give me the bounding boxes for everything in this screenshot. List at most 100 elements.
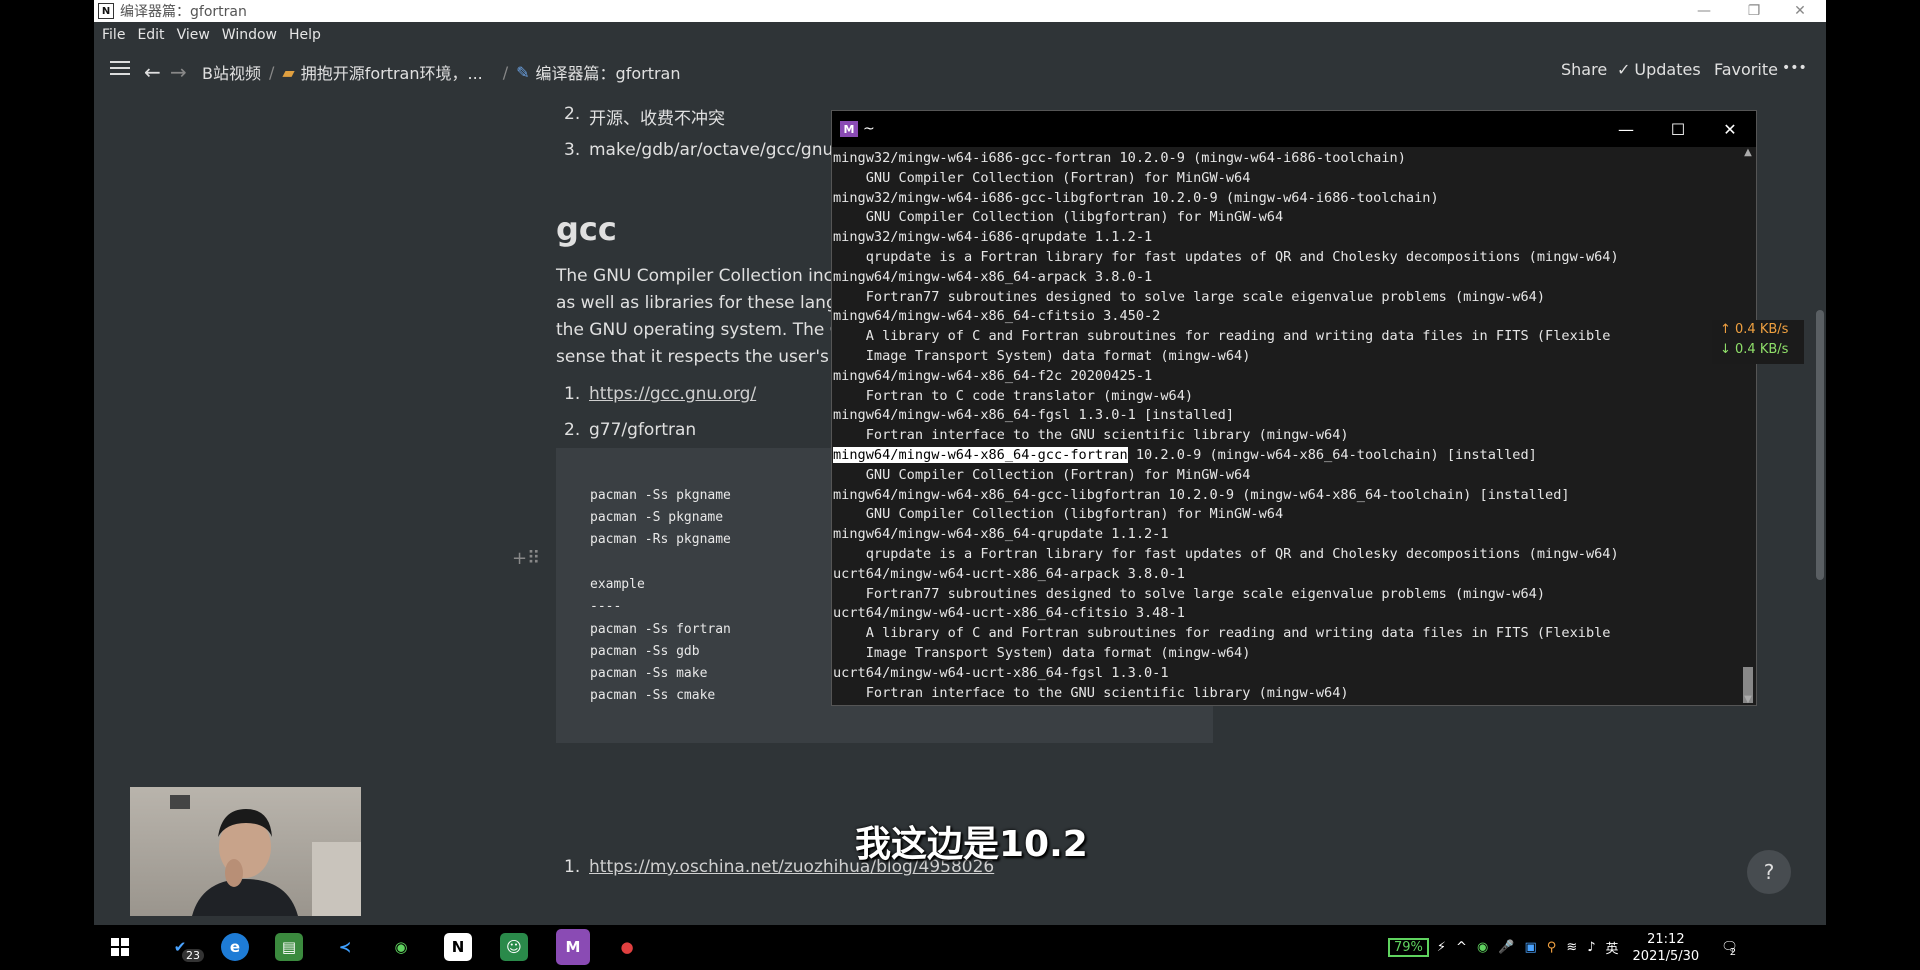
- list-number: 2.: [564, 420, 581, 440]
- microphone-icon[interactable]: 🎤: [1498, 940, 1514, 955]
- terminal-minimize-button[interactable]: —: [1600, 111, 1652, 147]
- notion-logo-icon: N: [98, 3, 114, 19]
- block-add-icon[interactable]: +⠿: [512, 548, 540, 569]
- wechat-icon[interactable]: ◉: [387, 933, 415, 961]
- code-line: pacman -Ss make: [590, 666, 708, 681]
- msys2-icon[interactable]: M: [556, 929, 590, 965]
- start-icon[interactable]: [106, 933, 134, 961]
- terminal-line: Fortran77 subroutines designed to solve …: [833, 585, 1546, 602]
- todo-badge: 23: [182, 949, 204, 962]
- restore-button[interactable]: ❐: [1732, 0, 1776, 22]
- notion-icon[interactable]: N: [444, 933, 472, 961]
- msys2-logo-icon: M: [840, 121, 858, 137]
- help-button[interactable]: ?: [1747, 850, 1791, 894]
- terminal-line: mingw64/mingw-w64-x86_64-f2c 20200425-1: [833, 367, 1153, 384]
- terminal-line: Image Transport System) data format (min…: [833, 348, 1251, 364]
- breadcrumb: B站视频 / ▰ 拥抱开源fortran环境，... / ✎ 编译器篇：gfor…: [202, 60, 681, 84]
- list-number: 1.: [564, 384, 581, 404]
- terminal-line: mingw64/mingw-w64-x86_64-arpack 3.8.0-1: [833, 268, 1153, 285]
- terminal-title: ~: [863, 121, 875, 137]
- menu-bar: File Edit View Window Help: [94, 22, 1826, 48]
- list-item: 开源、收费不冲突: [589, 109, 725, 129]
- list-number: 2.: [564, 104, 581, 124]
- battery-indicator[interactable]: 79%: [1388, 938, 1429, 957]
- share-button[interactable]: Share: [1561, 60, 1607, 79]
- code-line: pacman -Ss cmake: [590, 688, 716, 703]
- breadcrumb-item-fortran[interactable]: 拥抱开源fortran环境，...: [301, 60, 483, 84]
- wifi-icon[interactable]: ≋: [1566, 940, 1577, 955]
- page-scrollbar[interactable]: [1816, 310, 1824, 580]
- terminal-window[interactable]: M ~ — ☐ ✕ mingw32/mingw-w64-i686-gcc-for…: [831, 110, 1757, 706]
- wechat-tray-icon[interactable]: ◉: [1477, 940, 1488, 955]
- gcc-paragraph-line: The GNU Compiler Collection inclu: [556, 266, 849, 286]
- scroll-up-icon[interactable]: ▲: [1740, 147, 1756, 158]
- check-icon: ✓: [1617, 60, 1631, 79]
- sidebar-toggle-icon[interactable]: [110, 60, 130, 76]
- volume-icon[interactable]: ♪: [1587, 940, 1595, 955]
- recorder-icon[interactable]: ●: [613, 933, 641, 961]
- forward-arrow-icon[interactable]: →: [170, 60, 187, 84]
- terminal-line: Fortran interface to the GNU scientific …: [833, 684, 1349, 701]
- code-line: pacman -Ss gdb: [590, 644, 700, 659]
- minimize-button[interactable]: —: [1682, 0, 1726, 22]
- terminal-output[interactable]: mingw32/mingw-w64-i686-gcc-fortran 10.2.…: [832, 147, 1740, 705]
- cloud-icon[interactable]: ▣: [1524, 940, 1536, 955]
- list-number: 1.: [564, 857, 581, 877]
- video-subtitle: 我这边是10.2: [855, 824, 1088, 865]
- clock-time: 21:12: [1647, 931, 1685, 947]
- updates-button[interactable]: ✓ Updates: [1617, 60, 1701, 79]
- terminal-line: mingw64/mingw-w64-x86_64-fgsl 1.3.0-1 [i…: [833, 407, 1235, 424]
- terminal-line: mingw32/mingw-w64-i686-gcc-libgfortran 1…: [833, 189, 1439, 206]
- close-button[interactable]: ✕: [1778, 0, 1822, 22]
- code-line: ----: [590, 599, 622, 614]
- terminal-line: mingw32/mingw-w64-i686-qrupdate 1.1.2-1: [833, 229, 1153, 246]
- window-titlebar: N 编译器篇：gfortran — ❐ ✕: [94, 0, 1826, 22]
- menu-view[interactable]: View: [177, 27, 210, 43]
- page-emoji-icon: ▰: [282, 62, 295, 82]
- pen-icon: ✎: [516, 62, 530, 82]
- terminal-line: mingw64/mingw-w64-x86_64-qrupdate 1.1.2-…: [833, 526, 1169, 543]
- list-item: g77/gfortran: [589, 420, 697, 440]
- terminal-scrollbar[interactable]: ▲ ▼: [1740, 147, 1756, 705]
- terminal-line: mingw64/mingw-w64-x86_64-cfitsio 3.450-2: [833, 308, 1161, 325]
- menu-file[interactable]: File: [102, 27, 125, 43]
- list-item: make/gdb/ar/octave/gcc/gnu: [589, 140, 834, 160]
- more-options-icon[interactable]: •••: [1782, 60, 1807, 76]
- gcc-link[interactable]: https://gcc.gnu.org/: [589, 384, 756, 404]
- terminal-line: Fortran77 subroutines designed to solve …: [833, 288, 1546, 305]
- terminal-close-button[interactable]: ✕: [1704, 111, 1756, 147]
- selected-text[interactable]: mingw64/mingw-w64-x86_64-gcc-fortran: [833, 447, 1128, 463]
- edge-icon[interactable]: e: [221, 933, 249, 961]
- ime-indicator[interactable]: 英: [1606, 938, 1619, 957]
- search-icon[interactable]: ⚲: [1547, 940, 1557, 955]
- back-arrow-icon[interactable]: ←: [144, 60, 161, 84]
- chevron-up-icon[interactable]: ^: [1456, 940, 1467, 955]
- code-line: example: [590, 577, 645, 592]
- vscode-icon[interactable]: ≺: [331, 933, 359, 961]
- power-icon[interactable]: ⚡: [1437, 940, 1446, 955]
- terminal-line: mingw64/mingw-w64-x86_64-gcc-fortran 10.…: [833, 446, 1537, 465]
- updates-label: Updates: [1634, 60, 1701, 79]
- menu-edit[interactable]: Edit: [137, 27, 164, 43]
- list-number: 3.: [564, 140, 581, 160]
- menu-window[interactable]: Window: [222, 27, 277, 43]
- app-icon[interactable]: ☺: [500, 933, 528, 961]
- breadcrumb-separator: /: [268, 62, 275, 82]
- system-tray: 79% ⚡ ^ ◉ 🎤 ▣ ⚲ ≋ ♪ 英 21:12 2021/5/30 🗨 …: [1388, 925, 1738, 970]
- page-topbar: ← → B站视频 / ▰ 拥抱开源fortran环境，... / ✎ 编译器篇：…: [94, 48, 1826, 96]
- gcc-paragraph-line: the GNU operating system. The GN: [556, 320, 856, 340]
- terminal-line: ucrt64/mingw-w64-ucrt-x86_64-fgsl 1.3.0-…: [833, 664, 1169, 681]
- code-line: pacman -S pkgname: [590, 510, 724, 525]
- terminal-line: ucrt64/mingw-w64-ucrt-x86_64-cfitsio 3.4…: [833, 605, 1185, 622]
- clock[interactable]: 21:12 2021/5/30: [1633, 931, 1700, 965]
- breadcrumb-item-current[interactable]: 编译器篇：gfortran: [536, 60, 681, 84]
- terminal-line: A library of C and Fortran subroutines f…: [833, 328, 1611, 345]
- terminal-text: 10.2.0-9 (mingw-w64-x86_64-toolchain) [i…: [1127, 447, 1537, 463]
- terminal-maximize-button[interactable]: ☐: [1652, 111, 1704, 147]
- menu-help[interactable]: Help: [289, 27, 321, 43]
- favorite-button[interactable]: Favorite: [1714, 60, 1778, 79]
- scroll-down-icon[interactable]: ▼: [1740, 694, 1756, 705]
- terminal-line: qrupdate is a Fortran library for fast u…: [833, 546, 1619, 562]
- breadcrumb-item-videos[interactable]: B站视频: [202, 60, 261, 84]
- image-viewer-icon[interactable]: ▤: [275, 933, 303, 961]
